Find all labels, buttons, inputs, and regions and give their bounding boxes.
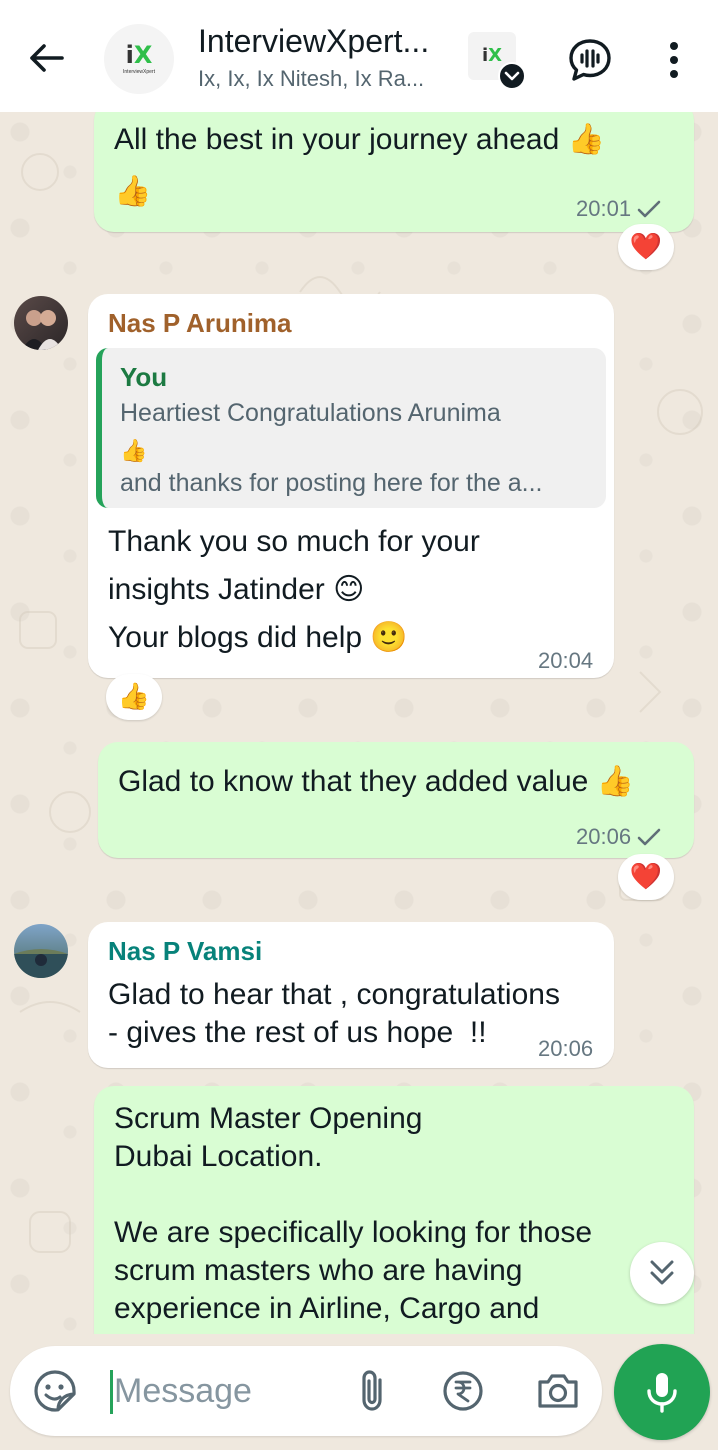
message-time: 20:06 [538,1036,594,1061]
camera-button[interactable] [534,1368,582,1414]
message-text: Scrum Master Opening Dubai Location. We … [114,1102,593,1325]
message-text: Thank you so much for your insights Jati… [108,525,480,654]
back-arrow-icon [30,44,64,72]
voice-chat-icon [569,39,611,81]
quoted-message[interactable]: You Heartiest Congratulations Arunima 👍 … [96,348,606,508]
attach-button[interactable] [350,1368,396,1414]
message-bubble-incoming[interactable]: Nas P Vamsi Glad to hear that , congratu… [88,922,614,1068]
scroll-to-bottom-button[interactable] [630,1242,694,1304]
avatar-photo [22,310,62,350]
sender-avatar-arunima[interactable] [14,296,68,350]
reaction-emoji: 👍 [117,682,151,712]
group-title: InterviewXpert... [198,23,430,59]
back-button[interactable] [22,36,70,80]
community-button[interactable]: iX [468,32,526,90]
voice-chat-button[interactable] [566,36,614,84]
voice-message-button[interactable] [614,1344,710,1440]
double-chevron-down-icon [650,1260,674,1285]
group-avatar[interactable]: iX InterviewXpert [104,24,174,94]
message-text: All the best in your journey ahead 👍 👍 [114,123,605,208]
reaction-thumbs-up[interactable]: 👍 [106,674,162,720]
group-logo-subtext: InterviewXpert [123,69,155,75]
camera-icon [538,1374,578,1408]
message-meta: 20:06 [576,824,661,850]
mic-icon [647,1373,677,1413]
sender-name: Nas P Vamsi [108,936,263,966]
reaction-heart[interactable]: ❤️ [618,854,674,900]
group-info[interactable]: InterviewXpert... Ix, Ix, Ix Nitesh, Ix … [198,22,458,92]
sticker-button[interactable] [32,1368,78,1414]
message-text: Glad to know that they added value 👍 [118,765,635,798]
community-logo: iX [481,45,503,66]
message-composer [10,1346,602,1436]
group-logo: iX [125,41,153,69]
quote-author: You [120,362,168,392]
message-bubble-outgoing[interactable]: All the best in your journey ahead 👍 👍 2… [94,100,694,232]
avatar-photo [14,949,68,978]
more-options-button[interactable] [656,38,692,82]
message-time: 20:06 [576,824,632,849]
group-members: Ix, Ix, Ix Nitesh, Ix Ra... [198,66,425,91]
quote-line-2: 👍 [120,439,148,464]
reaction-emoji: ❤️ [629,862,663,892]
message-bubble-outgoing[interactable]: Glad to know that they added value 👍 20:… [98,742,694,858]
message-time: 20:04 [538,648,594,673]
check-icon [637,200,661,218]
sender-avatar-vamsi[interactable] [14,924,68,978]
reaction-emoji: ❤️ [629,232,663,262]
message-meta: 20:01 [576,196,661,222]
chevron-down-icon [498,62,526,90]
quote-line-1: Heartiest Congratulations Arunima [120,399,501,427]
check-icon [637,828,661,846]
sticker-icon [34,1370,76,1412]
payment-button[interactable] [440,1368,486,1414]
quote-line-3: and thanks for posting here for the a... [120,469,543,497]
attach-icon [362,1370,382,1411]
text-cursor [110,1370,113,1414]
message-bubble-incoming[interactable]: Nas P Arunima You Heartiest Congratulati… [88,294,614,678]
more-vert-icon [670,42,678,78]
message-input[interactable] [114,1364,334,1418]
message-time: 20:01 [576,196,632,221]
message-text: Glad to hear that , congratulations - gi… [108,978,560,1049]
sender-name: Nas P Arunima [108,308,292,338]
rupee-icon [443,1371,483,1411]
chat-header: iX InterviewXpert InterviewXpert... Ix, … [0,0,718,112]
reaction-heart[interactable]: ❤️ [618,224,674,270]
